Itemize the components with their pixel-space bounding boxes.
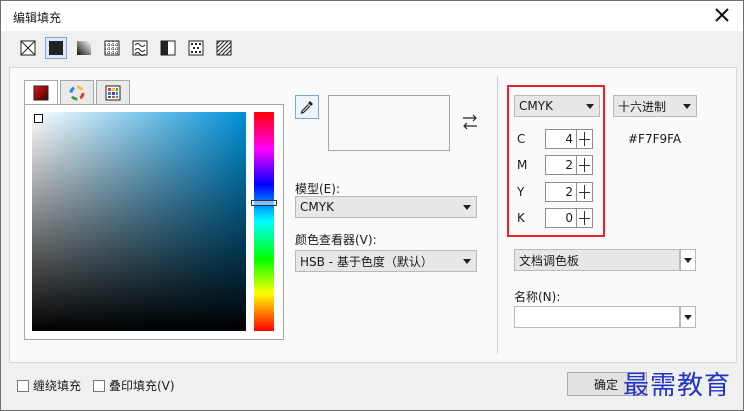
- dialog-title: 编辑填充: [13, 11, 62, 25]
- model-select[interactable]: CMYK: [295, 196, 477, 218]
- overprint-fill-checkbox-box[interactable]: [93, 379, 105, 392]
- palette-grid-icon: [105, 85, 121, 100]
- overprint-fill-label: 叠印填充(V): [109, 379, 175, 393]
- chevron-down-icon: [684, 314, 692, 320]
- tab-color-viewer[interactable]: [24, 80, 58, 105]
- cmyk-input-y[interactable]: 2: [545, 182, 577, 202]
- cmyk-letter-c: C: [517, 132, 526, 146]
- panel-divider: [497, 76, 498, 354]
- value-format-select[interactable]: 十六进制: [613, 95, 697, 117]
- cmyk-input-k[interactable]: 0: [545, 208, 577, 228]
- palette-select-dropdown[interactable]: [680, 249, 696, 271]
- close-button[interactable]: [709, 4, 735, 26]
- eyedropper-icon: [300, 101, 313, 114]
- wrap-fill-label: 缠绕填充: [33, 379, 82, 393]
- no-fill-button[interactable]: [17, 37, 39, 59]
- fountain-fill-icon: [77, 41, 91, 55]
- two-color-pattern-fill-button[interactable]: [157, 37, 179, 59]
- two-color-pattern-fill-icon: [160, 40, 176, 56]
- chevron-down-icon: [684, 257, 692, 263]
- vector-pattern-fill-icon: [104, 40, 120, 56]
- fill-settings-panel: 模型(E): CMYK 颜色查看器(V): HSB - 基于色度（默认） CMY…: [9, 67, 737, 363]
- watermark-text: 最需教育: [623, 371, 732, 401]
- edit-fill-dialog: 编辑填充 模型(E): CMYK 颜色查看器(V): HSB - 基于色度（默认…: [0, 0, 744, 411]
- no-fill-icon: [20, 40, 36, 56]
- cmyk-row-y: Y 2: [517, 181, 593, 203]
- name-input[interactable]: [514, 306, 680, 328]
- wrap-fill-checkbox[interactable]: 缠绕填充: [17, 377, 81, 394]
- cmyk-stepper-k[interactable]: [577, 208, 593, 228]
- texture-fill-button[interactable]: [185, 37, 207, 59]
- chevron-down-icon: [458, 197, 476, 217]
- chevron-down-icon: [678, 96, 696, 116]
- title-bar: 编辑填充: [1, 1, 743, 31]
- bitmap-pattern-fill-icon: [132, 40, 148, 56]
- cmyk-letter-y: Y: [517, 185, 525, 199]
- ok-button-label: 确定: [594, 377, 619, 392]
- cmyk-input-c[interactable]: 4: [545, 129, 577, 149]
- hue-slider-handle[interactable]: [251, 200, 277, 206]
- color-wheel-icon: [69, 85, 85, 100]
- hex-value[interactable]: #F7F9FA: [628, 132, 681, 146]
- palette-select[interactable]: 文档调色板: [514, 249, 680, 271]
- palette-select-value: 文档调色板: [519, 253, 580, 268]
- cmyk-input-m[interactable]: 2: [545, 155, 577, 175]
- bitmap-pattern-fill-button[interactable]: [129, 37, 151, 59]
- swap-colors-icon[interactable]: [460, 112, 480, 132]
- close-icon: [715, 8, 729, 22]
- name-label: 名称(N):: [514, 290, 561, 304]
- uniform-fill-button[interactable]: [45, 37, 67, 59]
- color-viewer-select[interactable]: HSB - 基于色度（默认）: [295, 250, 477, 272]
- saturation-brightness-plane[interactable]: [32, 112, 246, 331]
- cmyk-letter-k: K: [517, 211, 525, 225]
- color-viewer: [24, 104, 284, 340]
- cmyk-stepper-m[interactable]: [577, 155, 593, 175]
- cmyk-row-m: M 2: [517, 154, 593, 176]
- cmyk-stepper-c[interactable]: [577, 129, 593, 149]
- color-viewer-label: 颜色查看器(V):: [295, 233, 377, 247]
- cmyk-row-c: C 4: [517, 128, 593, 150]
- cmyk-row-k: K 0: [517, 207, 593, 229]
- model-select-value: CMYK: [300, 200, 334, 214]
- chevron-down-icon: [458, 251, 476, 271]
- current-color-swatch: [328, 95, 450, 151]
- value-format-select-value: 十六进制: [618, 99, 667, 114]
- tab-palette-grid[interactable]: [96, 80, 130, 104]
- uniform-fill-icon: [49, 41, 63, 55]
- cmyk-stepper-y[interactable]: [577, 182, 593, 202]
- fill-type-toolbar: [17, 37, 235, 61]
- texture-fill-icon: [188, 40, 204, 56]
- postscript-fill-icon: [216, 40, 232, 56]
- eyedropper-button[interactable]: [295, 95, 319, 119]
- color-viewer-icon: [33, 85, 49, 101]
- fountain-fill-button[interactable]: [73, 37, 95, 59]
- wrap-fill-checkbox-box[interactable]: [17, 379, 29, 392]
- color-plane-marker[interactable]: [34, 114, 43, 123]
- postscript-fill-button[interactable]: [213, 37, 235, 59]
- cmyk-letter-m: M: [517, 158, 528, 172]
- overprint-fill-checkbox[interactable]: 叠印填充(V): [93, 377, 175, 394]
- hue-slider[interactable]: [254, 112, 274, 331]
- color-tabs: [24, 80, 132, 105]
- model-label: 模型(E):: [295, 182, 340, 196]
- color-viewer-select-value: HSB - 基于色度（默认）: [300, 254, 433, 269]
- tab-color-wheel[interactable]: [60, 80, 94, 104]
- vector-pattern-fill-button[interactable]: [101, 37, 123, 59]
- name-dropdown[interactable]: [680, 306, 696, 328]
